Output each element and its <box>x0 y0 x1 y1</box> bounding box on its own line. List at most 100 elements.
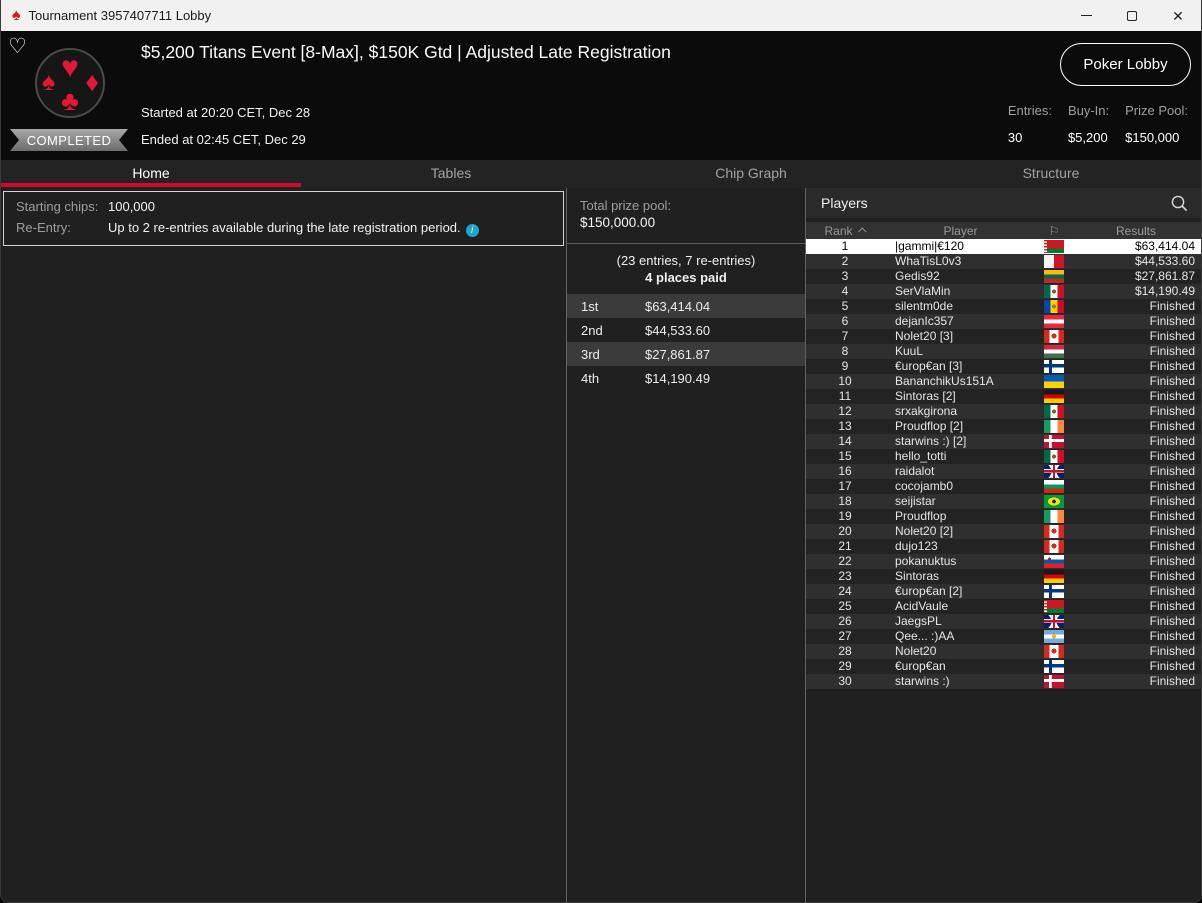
player-result: Finished <box>1149 494 1195 508</box>
table-row[interactable]: 13 Proudflop [2] Finished <box>806 419 1201 434</box>
player-result: Finished <box>1149 584 1195 598</box>
player-name: €urop€an <box>895 659 946 673</box>
player-column-header[interactable]: Player <box>884 224 1037 238</box>
table-row[interactable]: 21 dujo123 Finished <box>806 539 1201 554</box>
table-row[interactable]: 29 €urop€an Finished <box>806 659 1201 674</box>
table-row[interactable]: 23 Sintoras Finished <box>806 569 1201 584</box>
player-result: Finished <box>1149 419 1195 433</box>
flag-icon-germany <box>1044 570 1064 583</box>
table-row[interactable]: 17 cocojamb0 Finished <box>806 479 1201 494</box>
poker-lobby-button[interactable]: Poker Lobby <box>1060 43 1191 86</box>
stat-label: Prize Pool: <box>1125 103 1188 118</box>
payout-place: 4th <box>581 370 600 386</box>
player-result: Finished <box>1149 344 1195 358</box>
table-row[interactable]: 16 raidalot Finished <box>806 464 1201 479</box>
table-row[interactable]: 25 AcidVaule Finished <box>806 599 1201 614</box>
minimize-button[interactable] <box>1063 0 1109 31</box>
flag-column-header[interactable]: ⚐ <box>1037 224 1071 238</box>
window-controls: ✕ <box>1063 0 1201 31</box>
table-row[interactable]: 22 pokanuktus Finished <box>806 554 1201 569</box>
tab-home[interactable]: Home <box>1 160 301 188</box>
prize-total-block: Total prize pool: $150,000.00 <box>567 188 805 244</box>
table-row[interactable]: 20 Nolet20 [2] Finished <box>806 524 1201 539</box>
table-row[interactable]: 2 WhaTisL0v3 $44,533.60 <box>806 254 1201 269</box>
stat-value: 30 <box>1007 130 1023 145</box>
table-row[interactable]: 15 hello_totti Finished <box>806 449 1201 464</box>
player-name: Sintoras [2] <box>895 389 956 403</box>
player-rank: 3 <box>841 269 849 283</box>
close-button[interactable]: ✕ <box>1155 0 1201 31</box>
table-row[interactable]: 11 Sintoras [2] Finished <box>806 389 1201 404</box>
rank-column-header[interactable]: Rank <box>806 224 884 238</box>
info-row-value: 100,000 <box>108 199 155 214</box>
results-column-header[interactable]: Results <box>1071 224 1201 238</box>
player-flag-cell <box>1037 435 1071 448</box>
player-flag-cell <box>1037 420 1071 433</box>
club-suit-icon: ♣ <box>61 86 79 116</box>
player-result: Finished <box>1149 644 1195 658</box>
tab-bar: Home Tables Chip Graph Structure <box>1 160 1201 188</box>
table-row[interactable]: 1 |gammi|€120 $63,414.04 <box>806 239 1201 254</box>
info-row-label: Re-Entry: <box>16 220 71 235</box>
table-row[interactable]: 8 KuuL Finished <box>806 344 1201 359</box>
info-icon[interactable]: i <box>465 224 479 237</box>
player-name: |gammi|€120 <box>895 239 964 253</box>
pokerstars-spade-icon: ♠ <box>12 6 21 24</box>
table-row[interactable]: 26 JaegsPL Finished <box>806 614 1201 629</box>
player-name: starwins :) <box>895 674 950 688</box>
table-row[interactable]: 19 Proudflop Finished <box>806 509 1201 524</box>
tournament-title: $5,200 Titans Event [8-Max], $150K Gtd |… <box>141 42 671 62</box>
tab-structure[interactable]: Structure <box>901 160 1201 188</box>
player-name: starwins :) [2] <box>895 434 967 448</box>
flag-icon-argentina <box>1044 630 1064 643</box>
table-row[interactable]: 18 seijistar Finished <box>806 494 1201 509</box>
players-panel-header: Players <box>806 188 1201 218</box>
flag-icon-lithuania <box>1044 270 1064 283</box>
flag-icon-uk <box>1044 465 1064 478</box>
flag-icon-hungary <box>1044 345 1064 358</box>
player-flag-cell <box>1037 255 1071 268</box>
table-row[interactable]: 5 silentm0de Finished <box>806 299 1201 314</box>
player-rank: 21 <box>838 539 852 553</box>
player-name: hello_totti <box>895 449 947 463</box>
search-icon[interactable] <box>1170 194 1189 213</box>
table-row[interactable]: 9 €urop€an [3] Finished <box>806 359 1201 374</box>
player-rank: 13 <box>838 419 852 433</box>
table-row[interactable]: 10 BananchikUs151A Finished <box>806 374 1201 389</box>
player-flag-cell <box>1037 510 1071 523</box>
player-rank: 8 <box>841 344 849 358</box>
player-result: Finished <box>1149 524 1195 538</box>
pokerstars-suits-logo: ♥ ♠ ♦ ♣ <box>35 48 105 118</box>
player-rank: 27 <box>838 629 852 643</box>
tab-tables[interactable]: Tables <box>301 160 601 188</box>
favorite-heart-icon[interactable]: ♡ <box>8 34 27 59</box>
table-row[interactable]: 24 €urop€an [2] Finished <box>806 584 1201 599</box>
player-flag-cell <box>1037 630 1071 643</box>
player-name: €urop€an [2] <box>895 584 963 598</box>
maximize-button[interactable] <box>1109 0 1155 31</box>
table-row[interactable]: 27 Qee... :)AA Finished <box>806 629 1201 644</box>
player-name: Proudflop [2] <box>895 419 964 433</box>
player-name: Nolet20 [3] <box>895 329 954 343</box>
table-row[interactable]: 14 starwins :) [2] Finished <box>806 434 1201 449</box>
tab-chip-graph[interactable]: Chip Graph <box>601 160 901 188</box>
table-row[interactable]: 28 Nolet20 Finished <box>806 644 1201 659</box>
flag-icon-brazil <box>1044 495 1064 508</box>
title-bar[interactable]: ♠ Tournament 3957407711 Lobby ✕ <box>1 0 1201 31</box>
table-row[interactable]: 12 srxakgirona Finished <box>806 404 1201 419</box>
flag-icon-moldova <box>1044 300 1064 313</box>
table-row[interactable]: 30 starwins :) Finished <box>806 674 1201 689</box>
player-flag-cell <box>1037 300 1071 313</box>
stat-column: Entries: 30 <box>1008 104 1052 145</box>
player-flag-cell <box>1037 390 1071 403</box>
payout-row: 4th $14,190.49 <box>567 366 805 390</box>
table-row[interactable]: 6 dejanIc357 Finished <box>806 314 1201 329</box>
payout-list: 1st $63,414.04 2nd $44,533.60 3rd $27,861.87 4… <box>567 294 805 390</box>
flag-icon-mexico <box>1044 450 1064 463</box>
tournament-info-box: Starting chips: 100,000 Re-Entry: Up to 2 r… <box>3 191 564 246</box>
flag-icon-malta <box>1044 255 1064 268</box>
player-result: Finished <box>1149 569 1195 583</box>
table-row[interactable]: 4 SerVlaMin $14,190.49 <box>806 284 1201 299</box>
table-row[interactable]: 3 Gedis92 $27,861.87 <box>806 269 1201 284</box>
table-row[interactable]: 7 Nolet20 [3] Finished <box>806 329 1201 344</box>
